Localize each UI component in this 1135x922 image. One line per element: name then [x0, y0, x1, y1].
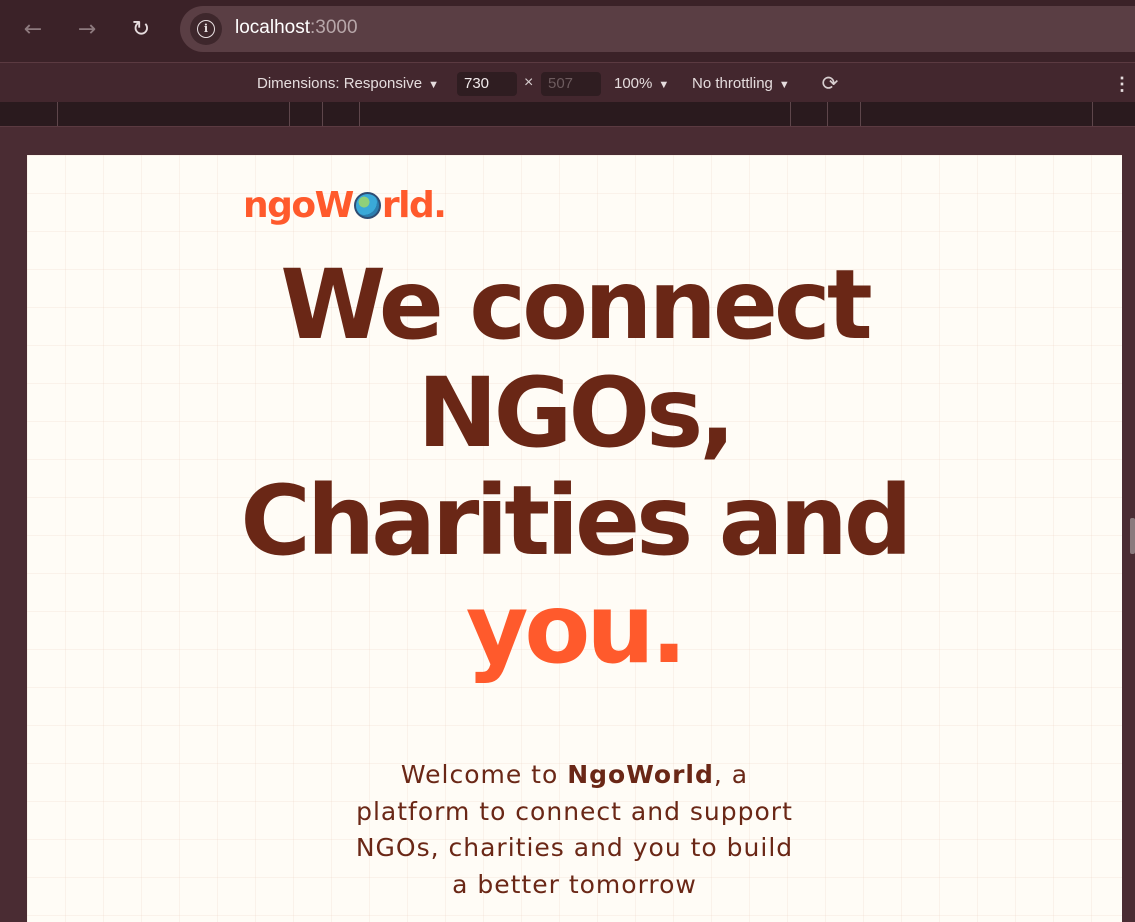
- dimensions-dropdown[interactable]: Dimensions: Responsive ▼: [257, 75, 439, 92]
- intro-paragraph: Welcome to NgoWorld, a platform to conne…: [347, 757, 802, 903]
- reload-button[interactable]: ↻: [125, 13, 157, 45]
- ruler-tick: [57, 102, 58, 126]
- globe-icon: [353, 192, 381, 219]
- headline-line-2: NGOs,: [417, 357, 735, 469]
- device-toolbar: Dimensions: Responsive ▼ 730 × 507 100% ▼ …: [0, 62, 1135, 103]
- ruler-tick: [790, 102, 791, 126]
- ruler-tick: [1092, 102, 1093, 126]
- arrow-right-icon: →: [77, 16, 97, 42]
- url-text[interactable]: localhost:3000: [235, 17, 358, 39]
- info-icon: i: [197, 20, 215, 38]
- rotate-icon[interactable]: ⟳: [818, 72, 842, 96]
- caret-down-icon: ▼: [658, 79, 670, 91]
- ruler-tick: [322, 102, 323, 126]
- scrollbar-thumb[interactable]: [1130, 518, 1135, 554]
- times-symbol: ×: [524, 74, 534, 91]
- site-info-button[interactable]: i: [190, 13, 222, 45]
- headline-line-3: Charities and: [240, 465, 912, 577]
- logo-prefix: ngoW: [243, 185, 354, 226]
- width-input[interactable]: 730: [457, 72, 517, 96]
- intro-text-before: Welcome to: [400, 760, 568, 789]
- throttling-label: No throttling: [692, 75, 773, 92]
- throttling-dropdown[interactable]: No throttling ▼: [692, 75, 790, 92]
- headline-accent: you.: [465, 573, 687, 685]
- page-viewport: ngoW rld. We connect NGOs, Charities and …: [27, 155, 1122, 922]
- intro-brand: NgoWorld: [567, 760, 714, 789]
- url-port: :3000: [310, 17, 358, 38]
- more-vert-icon[interactable]: ⋮: [1113, 74, 1131, 94]
- caret-down-icon: ▼: [428, 79, 439, 91]
- dimensions-label: Dimensions: Responsive: [257, 75, 423, 92]
- zoom-dropdown[interactable]: 100% ▼: [614, 75, 669, 92]
- headline-line-1: We connect: [280, 249, 872, 361]
- address-bar[interactable]: i localhost:3000: [180, 6, 1135, 52]
- arrow-left-icon: ←: [23, 16, 43, 42]
- ruler-tick: [860, 102, 861, 126]
- ruler-tick: [359, 102, 360, 126]
- ruler-tick: [289, 102, 290, 126]
- caret-down-icon: ▼: [778, 79, 790, 91]
- forward-button[interactable]: →: [71, 13, 103, 45]
- media-query-ruler[interactable]: [0, 102, 1135, 127]
- height-input[interactable]: 507: [541, 72, 601, 96]
- zoom-label: 100%: [614, 75, 653, 92]
- browser-toolbar: ← → ↻ i localhost:3000: [0, 0, 1135, 62]
- site-logo[interactable]: ngoW rld.: [243, 185, 447, 226]
- hero-headline: We connect NGOs, Charities and you.: [27, 251, 1122, 683]
- back-button[interactable]: ←: [17, 13, 49, 45]
- ruler-tick: [827, 102, 828, 126]
- url-host: localhost: [235, 17, 310, 38]
- logo-suffix: rld.: [381, 185, 447, 226]
- reload-icon: ↻: [131, 16, 151, 42]
